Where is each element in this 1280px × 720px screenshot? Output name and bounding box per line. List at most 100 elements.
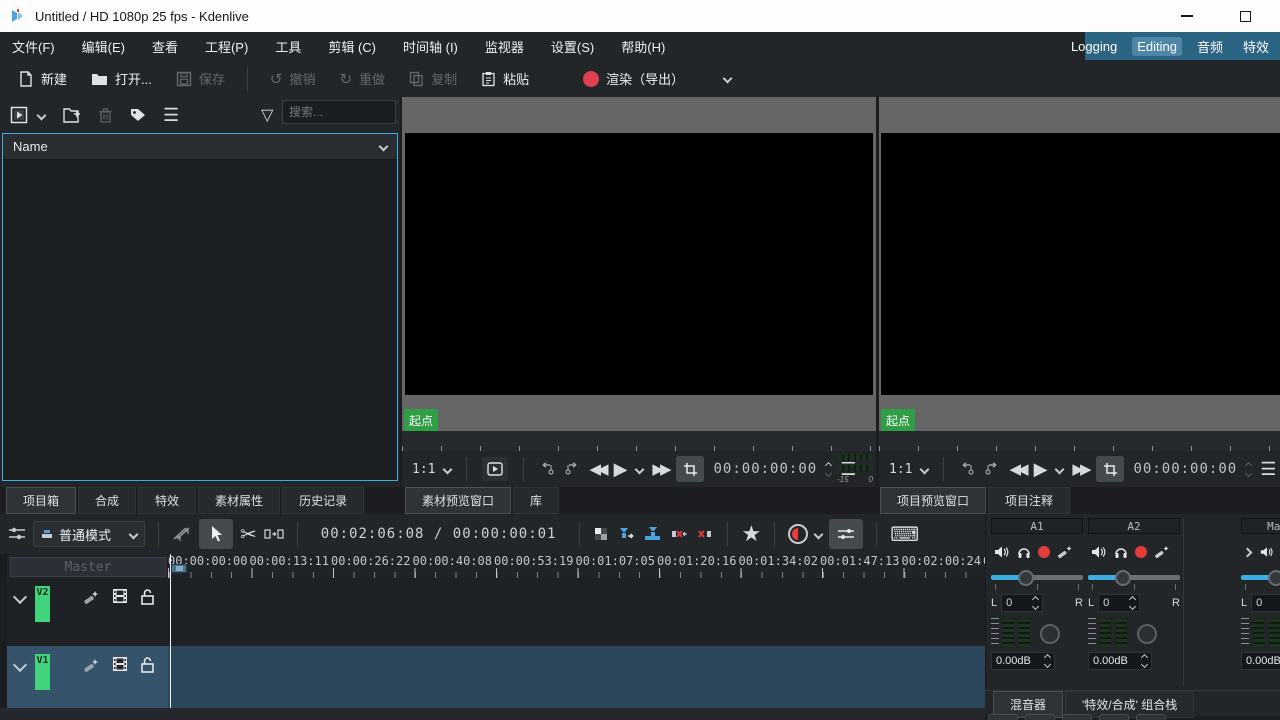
undo-button[interactable]: ↺ 撤销 xyxy=(262,65,324,92)
dock-tab[interactable]: 素材预览窗口 xyxy=(405,487,511,514)
volume-slider[interactable] xyxy=(991,575,1083,580)
zoom-level[interactable]: 1:1 xyxy=(889,462,912,477)
timeline-playhead[interactable] xyxy=(170,554,171,708)
save-button[interactable]: 保存 xyxy=(168,65,233,92)
track-effects-wand-icon[interactable] xyxy=(82,656,100,674)
project-timecode[interactable]: 00:00:00:00 xyxy=(1133,461,1237,477)
mix-tool-icon[interactable] xyxy=(172,526,192,543)
delete-icon[interactable] xyxy=(98,107,113,124)
channel-name-button[interactable]: Master xyxy=(1241,518,1280,534)
channel-name-button[interactable]: A2 xyxy=(1088,518,1180,534)
zone-in-icon[interactable] xyxy=(539,461,555,477)
solo-headphones-icon[interactable] xyxy=(1017,545,1031,559)
track-header-v1[interactable]: V1 xyxy=(7,646,168,708)
bin-name-column-header[interactable]: Name xyxy=(3,134,397,160)
track-v2-body[interactable] xyxy=(168,578,985,641)
clip-monitor-ruler[interactable] xyxy=(402,431,876,451)
render-button[interactable]: 渲染（导出） xyxy=(575,65,692,92)
dock-tab[interactable]: 项目注释 xyxy=(988,487,1070,514)
volume-slider-thumb[interactable] xyxy=(1115,570,1131,586)
record-arm-icon[interactable] xyxy=(1038,546,1050,558)
gain-knob[interactable] xyxy=(1040,624,1060,644)
zoom-level[interactable]: 1:1 xyxy=(412,462,435,477)
menu-item[interactable]: 时间轴 (I) xyxy=(403,37,458,56)
clip-monitor-video[interactable] xyxy=(405,133,873,395)
layout-pill[interactable]: 特效 xyxy=(1238,35,1274,58)
spacer-tool-icon[interactable] xyxy=(264,527,284,541)
bin-list[interactable]: Name xyxy=(2,133,398,481)
dock-tab[interactable]: 库 xyxy=(513,487,559,514)
track-header-v2[interactable]: V2 xyxy=(7,578,168,641)
filter-icon[interactable]: ▽ xyxy=(261,105,273,125)
maximize-button[interactable] xyxy=(1230,6,1260,26)
project-monitor-ruler[interactable] xyxy=(879,431,1280,451)
menu-item[interactable]: 文件(F) xyxy=(12,37,55,56)
play-options-chevron-icon[interactable] xyxy=(635,464,645,474)
master-track-button[interactable]: Master xyxy=(10,557,166,577)
show-mixer-button[interactable] xyxy=(829,519,863,549)
menu-item[interactable]: 工具 xyxy=(275,37,301,56)
compositing-icon[interactable] xyxy=(593,526,610,543)
track-v1-body[interactable] xyxy=(168,646,985,708)
zone-in-icon[interactable] xyxy=(959,461,975,477)
play-icon[interactable]: ▶ xyxy=(614,459,628,480)
track-name-badge[interactable]: V2 xyxy=(35,586,50,622)
zone-mode-button[interactable] xyxy=(1096,456,1124,482)
layout-pill[interactable]: 音频 xyxy=(1192,35,1228,58)
clip-timecode[interactable]: 00:00:00:00 xyxy=(713,461,817,477)
zoom-chevron-icon[interactable] xyxy=(920,464,930,474)
forward-icon[interactable]: ▶▶ xyxy=(1072,460,1087,478)
monitor-menu-icon[interactable]: ☰ xyxy=(1260,459,1276,480)
bin-menu-icon[interactable]: ☰ xyxy=(163,105,179,126)
timeline-zone-marker[interactable] xyxy=(171,564,187,573)
add-clip-chevron-icon[interactable] xyxy=(37,110,47,120)
menu-item[interactable]: 编辑(E) xyxy=(82,37,125,56)
preview-render-chevron-icon[interactable] xyxy=(814,529,824,539)
timecode-spinner[interactable] xyxy=(1246,463,1251,476)
menu-item[interactable]: 查看 xyxy=(152,37,178,56)
create-folder-icon[interactable] xyxy=(63,107,82,123)
rewind-icon[interactable]: ◀◀ xyxy=(589,460,604,478)
channel-effects-wand-icon[interactable] xyxy=(1057,544,1073,560)
forward-icon[interactable]: ▶▶ xyxy=(652,460,667,478)
track-effects-wand-icon[interactable] xyxy=(82,588,100,606)
volume-slider-thumb[interactable] xyxy=(1268,570,1280,586)
render-dropdown-chevron-icon[interactable] xyxy=(723,74,733,84)
balance-spinbox[interactable]: 0 xyxy=(1001,594,1043,612)
paste-button[interactable]: 粘贴 xyxy=(473,65,537,92)
menu-item[interactable]: 工程(P) xyxy=(205,37,248,56)
channel-name-button[interactable]: A1 xyxy=(991,518,1083,534)
extract-zone-icon[interactable] xyxy=(669,526,688,542)
volume-slider[interactable] xyxy=(1241,575,1280,580)
edit-mode-dropdown[interactable]: 普通模式 xyxy=(33,521,145,547)
mute-icon[interactable] xyxy=(1091,545,1107,559)
rewind-icon[interactable]: ◀◀ xyxy=(1009,460,1024,478)
menu-item[interactable]: 剪辑 (C) xyxy=(328,37,376,56)
add-clip-icon[interactable] xyxy=(10,106,28,124)
balance-spinbox[interactable]: 0 xyxy=(1098,594,1140,612)
dock-tab[interactable]: 项目箱 xyxy=(6,487,76,514)
gain-knob[interactable] xyxy=(1137,624,1157,644)
timecode-spinner[interactable] xyxy=(826,463,831,476)
layout-pill[interactable]: Logging xyxy=(1066,37,1122,56)
zoom-chevron-icon[interactable] xyxy=(443,464,453,474)
dock-tab[interactable]: 历史记录 xyxy=(282,487,364,514)
insert-zone-icon[interactable] xyxy=(617,526,636,542)
razor-tool-icon[interactable]: ✂ xyxy=(240,522,257,547)
selection-tool-button[interactable] xyxy=(199,519,233,549)
layout-pill[interactable]: Editing xyxy=(1132,37,1182,56)
gain-spinbox[interactable]: 0.00dB xyxy=(991,652,1055,670)
dock-tab[interactable]: 素材属性 xyxy=(198,487,280,514)
open-button[interactable]: 打开... xyxy=(83,65,160,92)
play-options-chevron-icon[interactable] xyxy=(1055,464,1065,474)
gain-spinbox[interactable]: 0.00dB xyxy=(1088,652,1152,670)
solo-headphones-icon[interactable] xyxy=(1114,545,1128,559)
dock-tab[interactable]: 项目预览窗口 xyxy=(880,487,986,514)
volume-slider[interactable] xyxy=(1088,575,1180,580)
tag-icon[interactable] xyxy=(129,107,147,123)
new-project-button[interactable]: 新建 xyxy=(10,65,75,92)
menu-item[interactable]: 帮助(H) xyxy=(621,37,665,56)
channel-effects-wand-icon[interactable] xyxy=(1154,544,1170,560)
zone-out-icon[interactable] xyxy=(564,461,580,477)
timeline-settings-icon[interactable] xyxy=(8,526,26,542)
